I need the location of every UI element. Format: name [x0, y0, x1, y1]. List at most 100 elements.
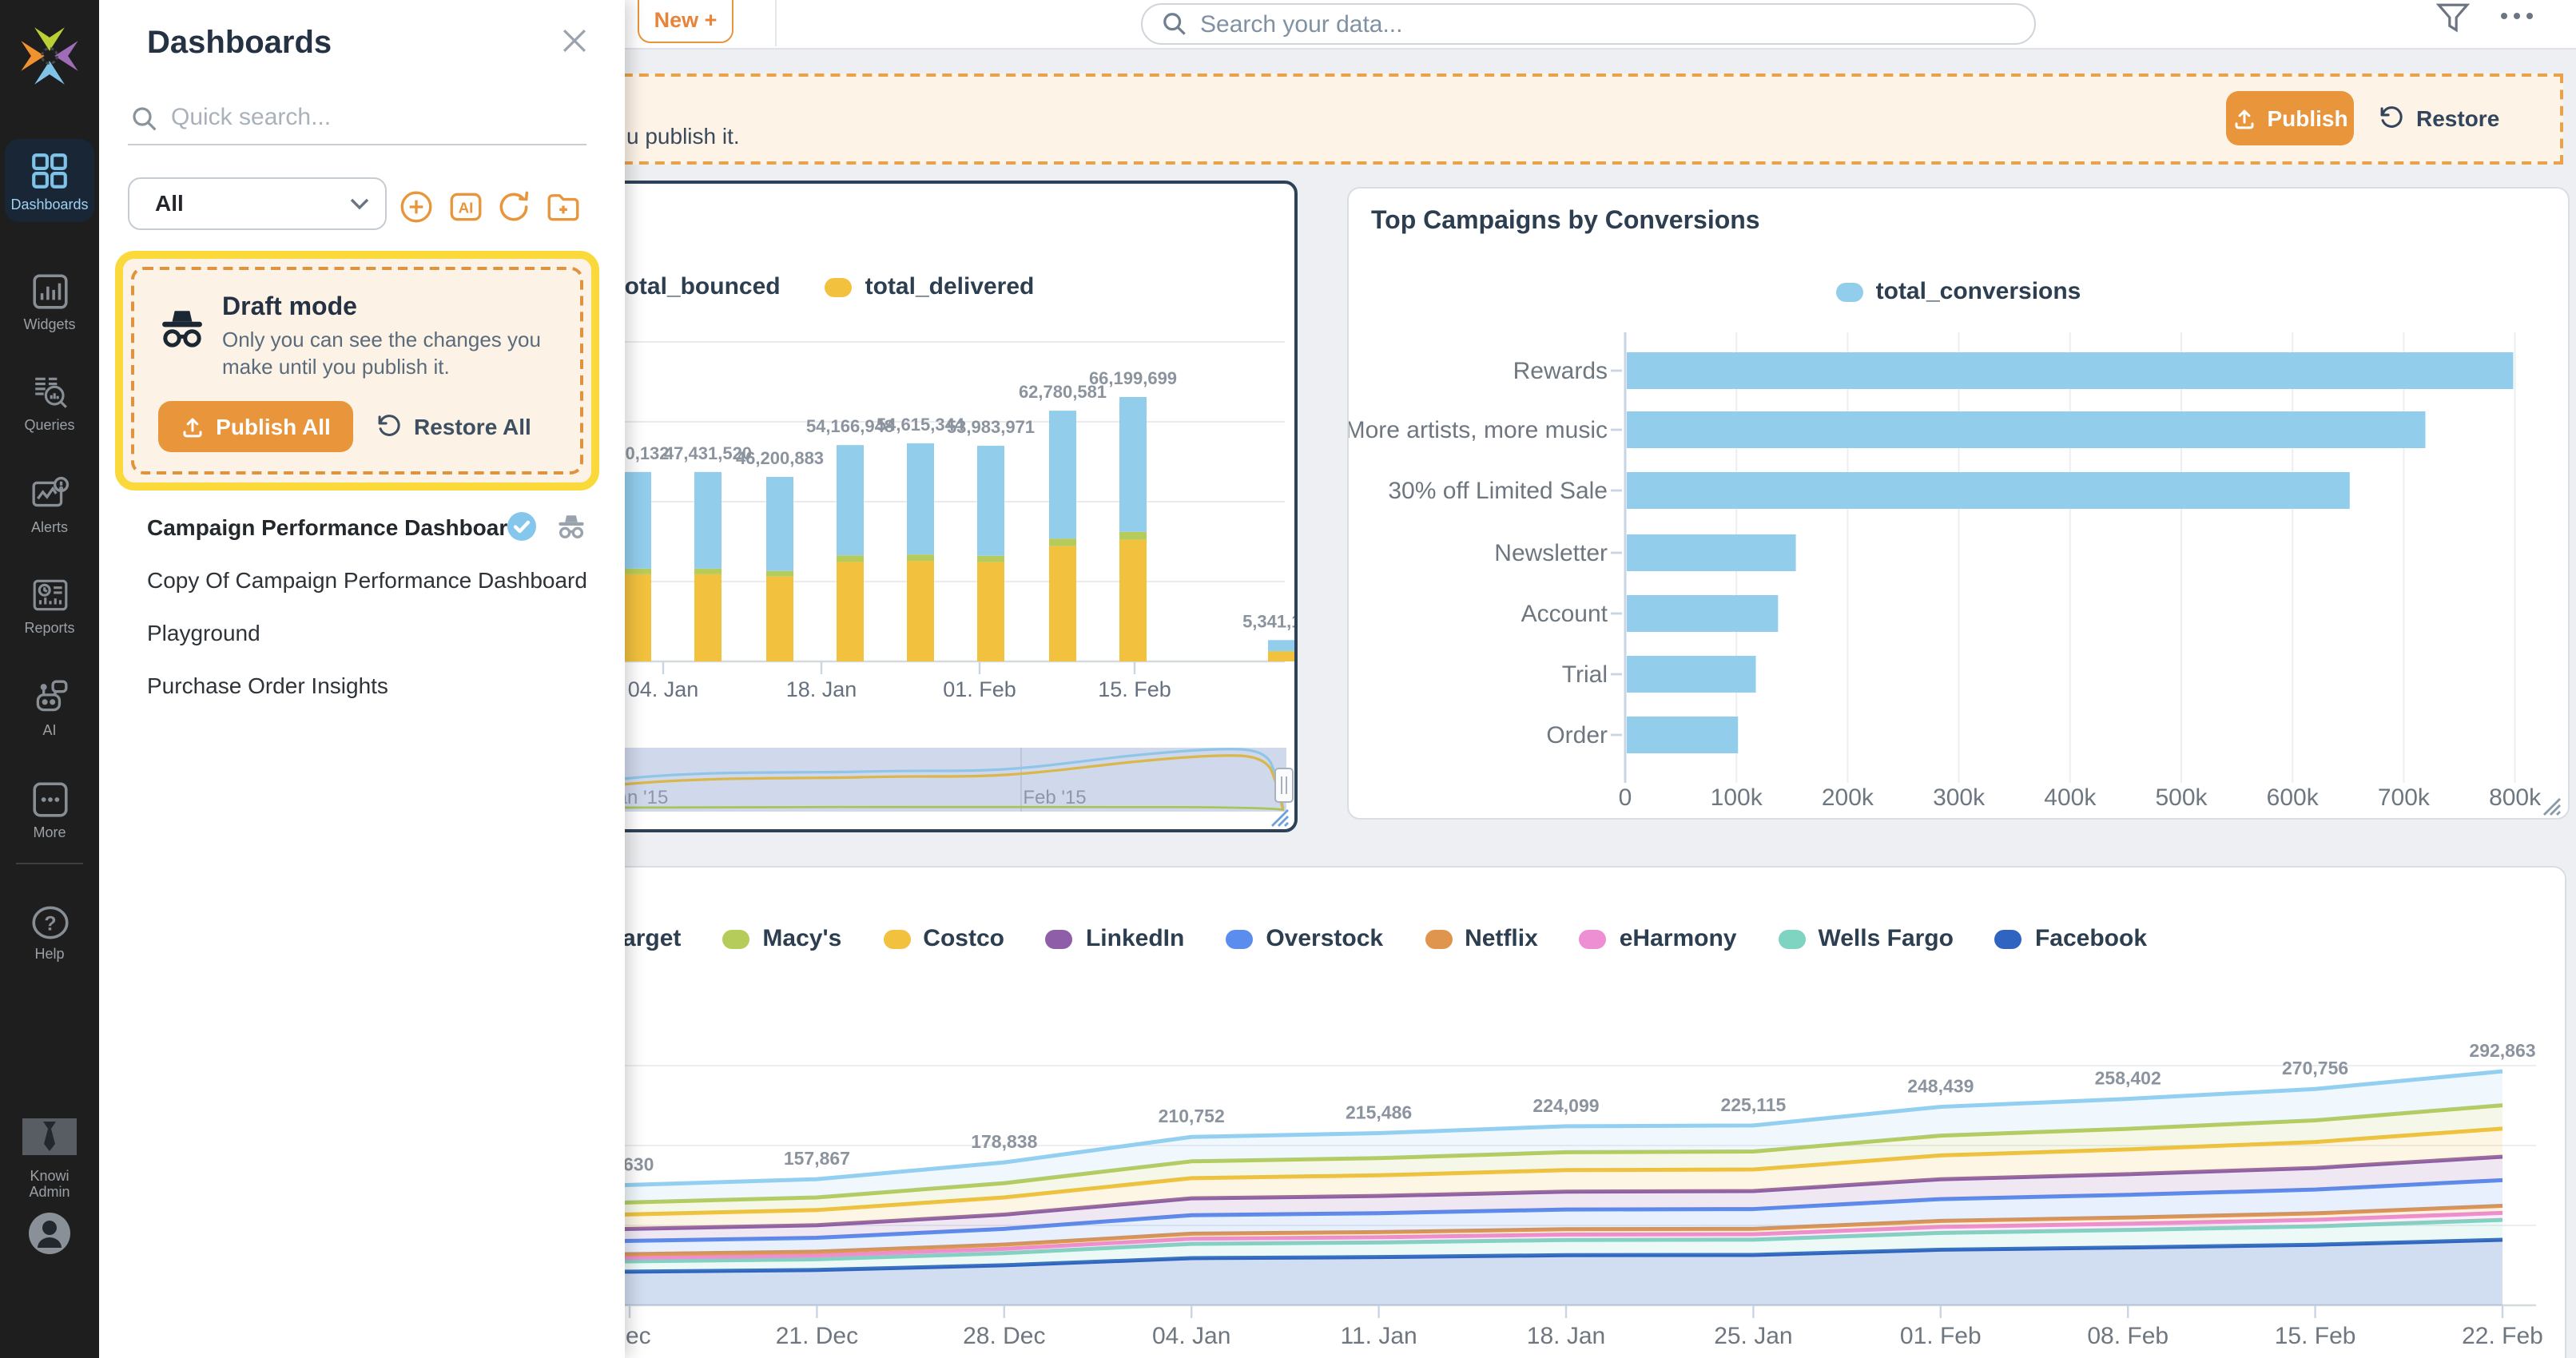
dashboards-panel: Dashboards Quick search... All AI Draft … — [99, 0, 625, 1358]
account-label: Knowi — [30, 1168, 69, 1184]
help-icon: ? — [28, 904, 71, 941]
avatar[interactable] — [27, 1211, 72, 1256]
svg-text:300k: 300k — [1933, 784, 1986, 811]
sidebar-item-queries[interactable]: Queries — [5, 372, 94, 433]
restore-icon — [376, 412, 403, 439]
ai-generate-icon[interactable]: AI — [447, 189, 484, 225]
sidebar-item-dashboards[interactable]: Dashboards — [5, 139, 94, 222]
bar — [1627, 472, 2350, 509]
svg-text:04. Jan: 04. Jan — [1152, 1323, 1230, 1349]
svg-text:15. Feb: 15. Feb — [2275, 1323, 2356, 1349]
svg-text:178,838: 178,838 — [971, 1131, 1037, 1152]
svg-text:46,200,883: 46,200,883 — [736, 448, 824, 468]
sidebar-item-account[interactable]: KnowiAdmin — [22, 1118, 77, 1200]
sidebar-label: Dashboards — [5, 197, 94, 212]
incognito-icon — [158, 307, 206, 350]
filter-funnel-icon[interactable] — [2435, 2, 2471, 37]
reports-icon — [30, 575, 70, 615]
svg-text:800k: 800k — [2489, 784, 2542, 811]
svg-text:210,752: 210,752 — [1159, 1106, 1225, 1126]
svg-text:225,115: 225,115 — [1720, 1094, 1786, 1115]
svg-text:100k: 100k — [1711, 784, 1763, 811]
close-icon[interactable] — [563, 29, 586, 53]
publish-button[interactable]: Publish — [2226, 91, 2354, 145]
ai-robot-icon — [30, 677, 70, 717]
restore-all-button[interactable]: Restore All — [376, 412, 531, 439]
publish-all-button[interactable]: Publish All — [158, 401, 353, 452]
restore-button-label: Restore — [2416, 105, 2499, 130]
bar — [1627, 411, 2425, 448]
dashboard-filter-select[interactable]: All — [128, 177, 387, 230]
global-search-input[interactable]: Search your data... — [1141, 3, 2036, 45]
sidebar-label: Widgets — [5, 316, 94, 332]
dashboards-icon — [29, 150, 70, 192]
upload-icon — [181, 415, 205, 439]
widgets-icon — [30, 272, 70, 312]
more-options-icon[interactable] — [2498, 10, 2536, 22]
navigator-handle[interactable] — [1275, 768, 1293, 802]
bar — [1627, 717, 1738, 753]
svg-text:258,402: 258,402 — [2095, 1068, 2161, 1089]
publish-all-label: Publish All — [216, 414, 331, 439]
tab-divider — [775, 0, 777, 46]
sidebar-item-ai[interactable]: AI — [5, 677, 94, 738]
svg-text:0: 0 — [1619, 784, 1632, 811]
filter-selected-value: All — [155, 190, 184, 216]
top-bar: New + Search your data... — [625, 0, 2576, 50]
svg-text:More artists, more music: More artists, more music — [1349, 417, 1608, 443]
svg-text:700k: 700k — [2378, 784, 2431, 811]
new-tab-button[interactable]: New + — [638, 0, 733, 43]
draft-mode-description: Only you can see the changes you make un… — [222, 326, 586, 380]
queries-icon — [30, 372, 70, 412]
svg-text:Newsletter: Newsletter — [1494, 540, 1608, 566]
add-dashboard-icon[interactable] — [398, 189, 435, 225]
search-icon — [131, 105, 158, 133]
svg-text:21. Dec: 21. Dec — [776, 1323, 858, 1349]
add-folder-icon[interactable] — [545, 189, 582, 225]
svg-text:Account: Account — [1521, 601, 1608, 627]
svg-text:Rewards: Rewards — [1513, 358, 1608, 384]
search-icon — [1162, 11, 1187, 37]
svg-text:22. Feb: 22. Feb — [2462, 1323, 2543, 1349]
svg-text:01. Feb: 01. Feb — [1900, 1323, 1982, 1349]
restore-button[interactable]: Restore — [2378, 104, 2499, 131]
svg-text:18. Jan: 18. Jan — [1527, 1323, 1605, 1349]
svg-text:200k: 200k — [1822, 784, 1874, 811]
svg-text:500k: 500k — [2155, 784, 2208, 811]
svg-text:28. Dec: 28. Dec — [963, 1323, 1045, 1349]
svg-text:215,486: 215,486 — [1346, 1102, 1412, 1123]
svg-text:248,439: 248,439 — [1907, 1076, 1974, 1097]
svg-text:292,863: 292,863 — [2469, 1040, 2535, 1061]
svg-text:18. Jan: 18. Jan — [786, 677, 857, 701]
dashboard-list-item[interactable]: Purchase Order Insights — [147, 658, 594, 711]
svg-text:Feb '15: Feb '15 — [1023, 787, 1086, 808]
knowi-logo-icon[interactable] — [16, 22, 83, 89]
svg-text:600k: 600k — [2267, 784, 2320, 811]
svg-text:25. Jan: 25. Jan — [1714, 1323, 1792, 1349]
widget-top-campaigns[interactable]: Top Campaigns by Conversions total_conve… — [1347, 187, 2570, 820]
sidebar-item-alerts[interactable]: Alerts — [5, 475, 94, 535]
sidebar-nav: Dashboards Widgets Queries Alerts Report… — [0, 0, 99, 1358]
global-search-placeholder: Search your data... — [1200, 10, 1403, 38]
sidebar-label: More — [5, 824, 94, 840]
svg-text:08. Feb: 08. Feb — [2087, 1323, 2169, 1349]
sidebar-item-widgets[interactable]: Widgets — [5, 272, 94, 332]
sidebar-item-more[interactable]: More — [5, 780, 94, 840]
sidebar-divider — [16, 863, 83, 864]
dashboard-list-item[interactable]: Playground — [147, 606, 594, 658]
sidebar-label: Queries — [5, 417, 94, 433]
svg-text:66,199,699: 66,199,699 — [1089, 368, 1177, 388]
svg-text:270,756: 270,756 — [2282, 1058, 2348, 1078]
svg-text:5,341,101: 5,341,101 — [1242, 611, 1294, 631]
bar — [1627, 656, 1755, 693]
svg-text:30% off Limited Sale: 30% off Limited Sale — [1388, 478, 1608, 504]
refresh-icon[interactable] — [495, 189, 532, 225]
dashboard-list-item[interactable]: Copy Of Campaign Performance Dashboard — [147, 553, 594, 606]
sidebar-item-reports[interactable]: Reports — [5, 575, 94, 636]
svg-text:01. Feb: 01. Feb — [943, 677, 1016, 701]
draft-banner-text: u publish it. — [626, 123, 740, 149]
svg-text:?: ? — [43, 912, 55, 935]
sidebar-item-help[interactable]: ? Help — [5, 904, 94, 962]
svg-text:11. Jan: 11. Jan — [1341, 1323, 1417, 1349]
svg-text:157,867: 157,867 — [784, 1148, 850, 1169]
